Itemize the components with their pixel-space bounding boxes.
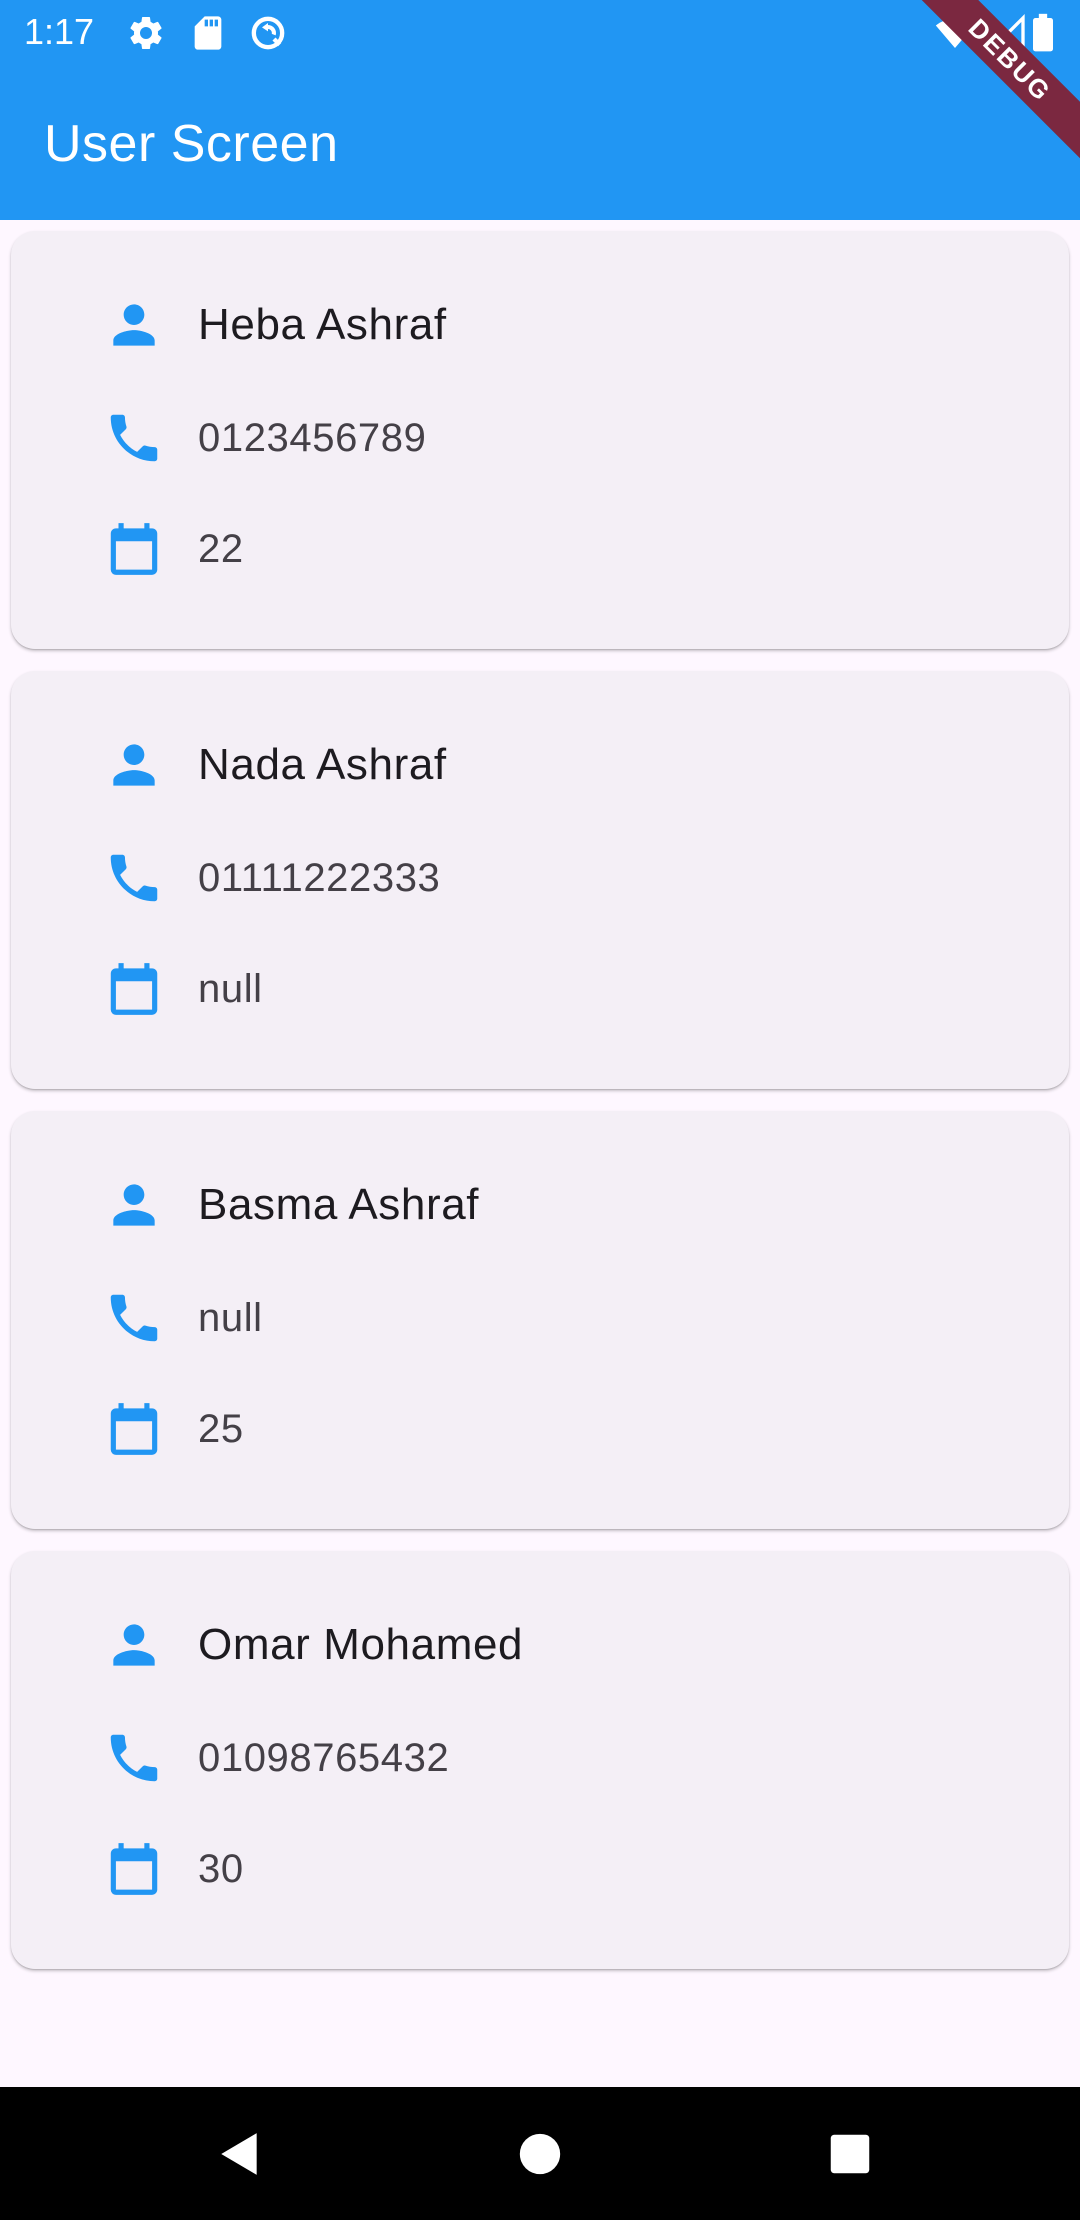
user-card[interactable]: Heba Ashraf 0123456789 22 [11,231,1069,649]
age-row: null [103,954,263,1024]
user-phone: 01098765432 [198,1735,450,1780]
user-age: 22 [198,526,244,571]
user-phone: 0123456789 [198,415,427,460]
phone-row: 01098765432 [103,1723,449,1793]
phone-row: null [103,1283,263,1353]
user-name: Nada Ashraf [198,740,447,789]
sync-icon [248,13,288,53]
name-row: Omar Mohamed [103,1610,523,1680]
status-time: 1:17 [24,11,95,52]
person-icon [103,1174,165,1236]
user-card[interactable]: Basma Ashraf null 25 [11,1111,1069,1529]
user-age: null [198,966,263,1011]
user-name: Heba Ashraf [198,300,447,349]
user-phone: null [198,1295,263,1340]
person-icon [103,1614,165,1676]
age-row: 25 [103,1394,244,1464]
app-bar: 1:17 User Screen DEBUG [0,0,1080,220]
phone-icon [103,847,165,909]
user-age: 30 [198,1846,244,1891]
person-icon [103,734,165,796]
user-name: Basma Ashraf [198,1180,480,1229]
phone-icon [103,1727,165,1789]
user-name: Omar Mohamed [198,1620,524,1669]
recents-icon[interactable] [810,2117,890,2191]
battery-icon [1030,13,1060,53]
back-icon[interactable] [200,2117,280,2191]
person-icon [103,294,165,356]
phone-icon [103,407,165,469]
name-row: Basma Ashraf [103,1170,479,1240]
home-icon[interactable] [500,2117,580,2191]
calendar-icon [103,1398,165,1460]
user-card[interactable]: Omar Mohamed 01098765432 30 [11,1551,1069,1969]
age-row: 30 [103,1834,244,1904]
name-row: Nada Ashraf [103,730,447,800]
phone-row: 0123456789 [103,403,426,473]
calendar-icon [103,1838,165,1900]
navigation-bar [0,2087,1080,2220]
age-row: 22 [103,514,244,584]
name-row: Heba Ashraf [103,290,447,360]
sd-card-icon [188,13,228,53]
user-phone: 01111222333 [198,855,441,900]
calendar-icon [103,518,165,580]
gear-icon [126,13,166,53]
user-age: 25 [198,1406,244,1451]
user-card[interactable]: Nada Ashraf 01111222333 null [11,671,1069,1089]
calendar-icon [103,958,165,1020]
page-title: User Screen [44,115,339,173]
phone-icon [103,1287,165,1349]
status-bar: 1:17 [0,0,1080,66]
phone-row: 01111222333 [103,843,440,913]
